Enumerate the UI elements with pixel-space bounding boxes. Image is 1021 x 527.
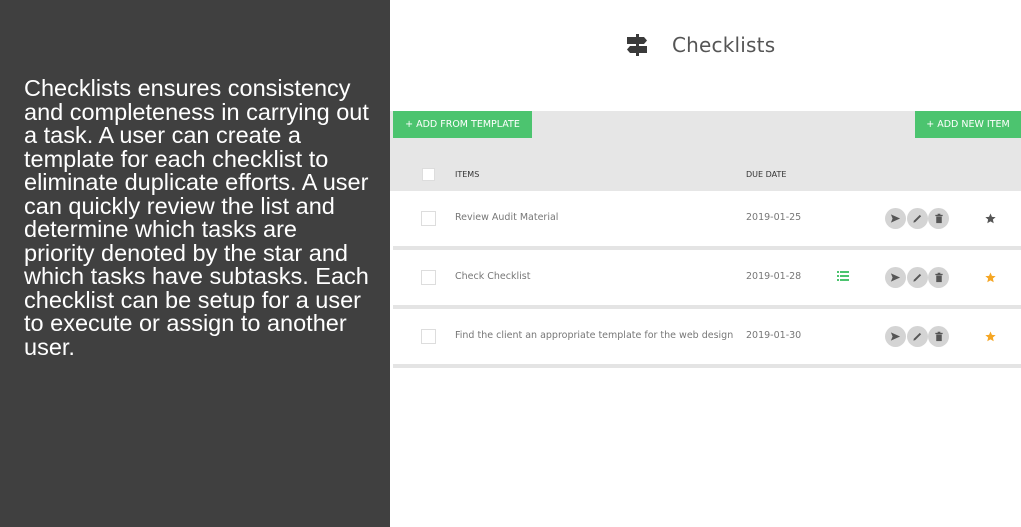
table-row: Review Audit Material 2019-01-25 — [393, 191, 1021, 246]
edit-icon — [913, 273, 922, 282]
page-header: Checklists — [626, 30, 775, 60]
send-button[interactable] — [885, 208, 906, 229]
table-row: Find the client an appropriate template … — [393, 309, 1021, 364]
add-new-item-button[interactable]: + ADD NEW ITEM — [915, 111, 1021, 138]
delete-icon — [934, 213, 943, 224]
table-header: ITEMS DUE DATE — [390, 138, 1021, 191]
delete-icon — [934, 272, 943, 283]
signpost-icon — [627, 34, 647, 56]
item-due-date: 2019-01-28 — [746, 271, 802, 282]
page-title: Checklists — [672, 33, 776, 57]
row-checkbox[interactable] — [421, 270, 436, 285]
edit-icon — [913, 214, 922, 223]
item-due-date: 2019-01-25 — [746, 212, 802, 223]
item-name: Find the client an appropriate template … — [455, 330, 734, 341]
delete-button[interactable] — [928, 326, 949, 347]
select-all-checkbox[interactable] — [422, 168, 435, 181]
add-from-template-button[interactable]: + ADD FROM TEMPLATE — [393, 111, 532, 138]
column-header-items: ITEMS — [455, 170, 480, 179]
column-header-due-date: DUE DATE — [746, 170, 787, 179]
send-icon — [890, 273, 901, 282]
description-panel: Checklists ensures consistency and compl… — [0, 0, 390, 527]
delete-button[interactable] — [928, 208, 949, 229]
toolbar: + ADD FROM TEMPLATE + ADD NEW ITEM — [390, 111, 1021, 138]
send-icon — [890, 332, 901, 341]
star-icon[interactable] — [985, 272, 996, 283]
subtask-list-icon[interactable] — [837, 271, 849, 281]
row-divider — [393, 364, 1021, 368]
edit-button[interactable] — [907, 208, 928, 229]
delete-icon — [934, 331, 943, 342]
item-name: Check Checklist — [455, 271, 531, 282]
row-checkbox[interactable] — [421, 329, 436, 344]
star-icon[interactable] — [985, 213, 996, 224]
star-icon[interactable] — [985, 331, 996, 342]
edit-button[interactable] — [907, 267, 928, 288]
row-checkbox[interactable] — [421, 211, 436, 226]
send-button[interactable] — [885, 326, 906, 347]
checklists-panel: Checklists + ADD FROM TEMPLATE + ADD NEW… — [390, 0, 1021, 527]
item-due-date: 2019-01-30 — [746, 330, 802, 341]
description-text: Checklists ensures consistency and compl… — [24, 75, 369, 360]
table-row: Check Checklist 2019-01-28 — [393, 250, 1021, 305]
send-icon — [890, 214, 901, 223]
edit-icon — [913, 332, 922, 341]
item-name: Review Audit Material — [455, 212, 559, 223]
edit-button[interactable] — [907, 326, 928, 347]
send-button[interactable] — [885, 267, 906, 288]
delete-button[interactable] — [928, 267, 949, 288]
